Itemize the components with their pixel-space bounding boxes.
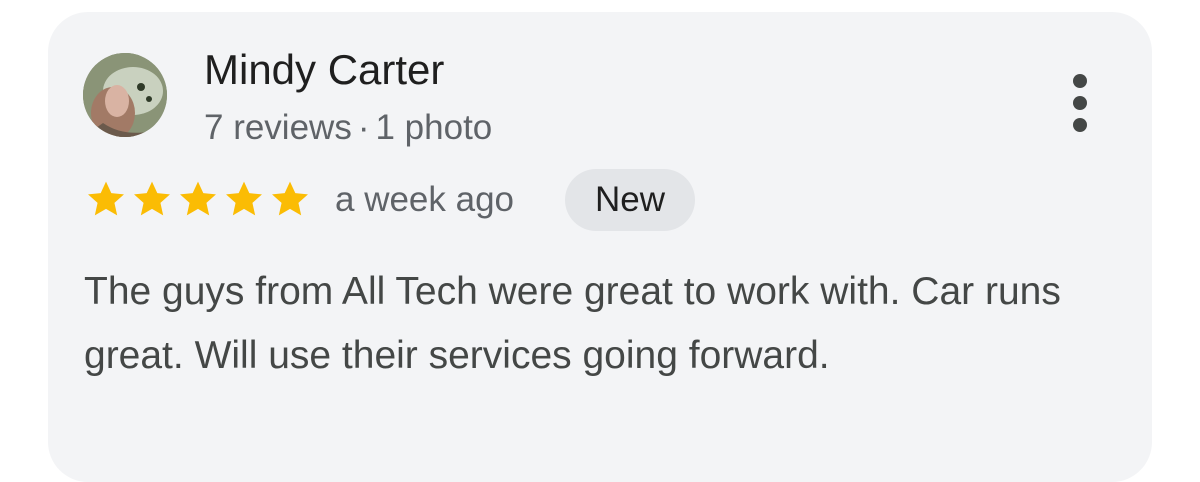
star-icon xyxy=(226,181,262,216)
star-icon xyxy=(272,181,308,216)
reviews-count: 7 reviews xyxy=(204,108,352,147)
new-badge: New xyxy=(565,169,695,231)
star-icon xyxy=(134,181,170,216)
avatar[interactable] xyxy=(83,53,167,137)
more-vert-icon[interactable] xyxy=(1064,74,1096,132)
review-time: a week ago xyxy=(335,180,515,219)
photos-count: 1 photo xyxy=(375,108,493,147)
star-rating xyxy=(84,177,312,221)
star-icon xyxy=(88,181,124,216)
star-icon xyxy=(180,181,216,216)
meta-separator: · xyxy=(357,108,370,147)
review-text: The guys from All Tech were great to wor… xyxy=(84,270,1061,377)
author-meta: 7 reviews · 1 photo xyxy=(204,106,492,150)
author-name[interactable]: Mindy Carter xyxy=(204,44,444,96)
